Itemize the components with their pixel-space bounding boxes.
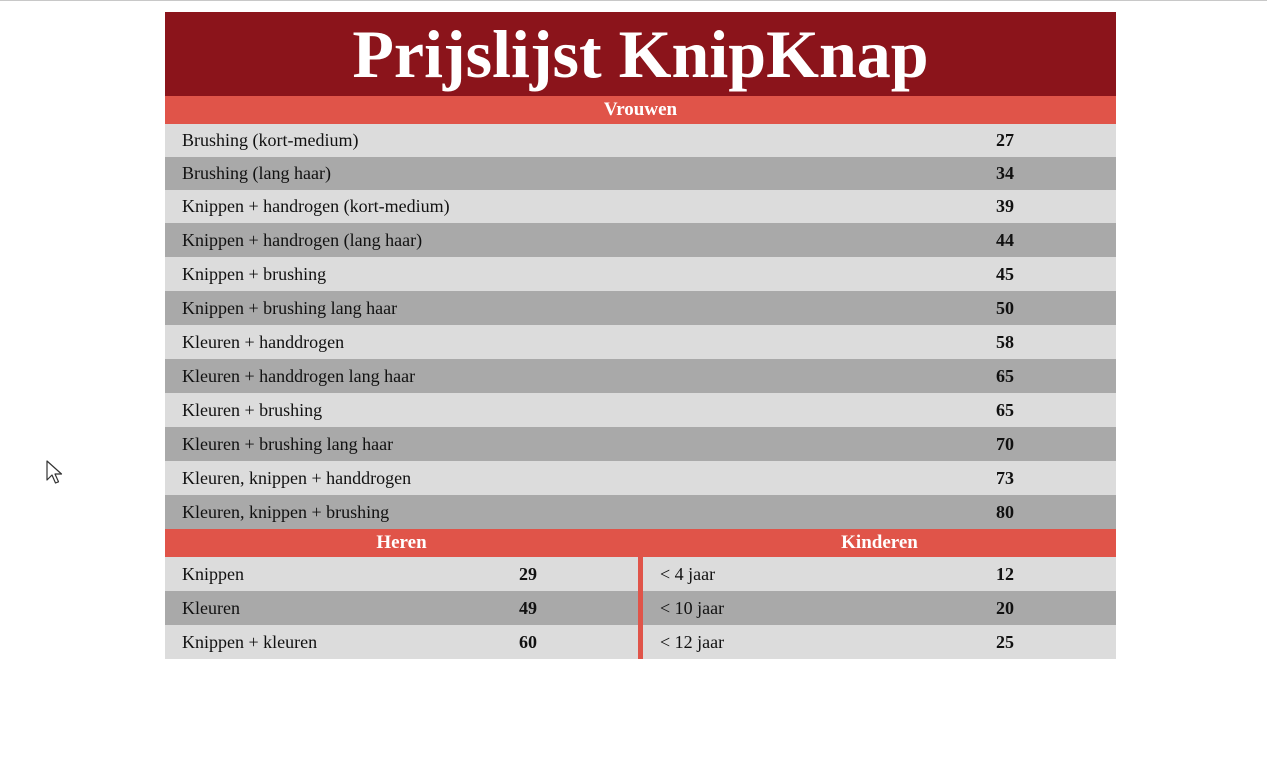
service-label: < 10 jaar xyxy=(660,598,725,618)
table-row: Kleuren, knippen + handdrogen 73 xyxy=(165,461,1116,495)
service-label: < 4 jaar xyxy=(660,564,716,584)
service-price: 73 xyxy=(996,468,1014,488)
table-row: Knippen + handrogen (kort-medium) 39 xyxy=(165,190,1116,223)
service-label: Kleuren + brushing lang haar xyxy=(182,434,394,454)
service-label: Brushing (lang haar) xyxy=(182,163,331,183)
service-price: 58 xyxy=(996,332,1014,352)
table-row: Kleuren, knippen + brushing 80 xyxy=(165,495,1116,529)
service-label: Kleuren + handdrogen lang haar xyxy=(182,366,416,386)
service-price: 70 xyxy=(996,434,1014,454)
section-heading-heren: Heren xyxy=(165,529,638,557)
service-label: Knippen + kleuren xyxy=(182,632,318,652)
vrouwen-table: Brushing (kort-medium) 27 Brushing (lang… xyxy=(165,124,1116,529)
service-price: 60 xyxy=(519,632,537,652)
service-label: Brushing (kort-medium) xyxy=(182,130,359,150)
service-label: Knippen + brushing xyxy=(182,264,327,284)
table-row: Kleuren + handdrogen lang haar 65 xyxy=(165,359,1116,393)
service-label: Kleuren + brushing xyxy=(182,400,323,420)
service-label: Kleuren, knippen + brushing xyxy=(182,502,390,522)
table-row: < 10 jaar 20 xyxy=(643,591,1116,625)
section-heading-vrouwen: Vrouwen xyxy=(165,96,1116,124)
heren-kinderen-section: Heren Knippen 29 Kleuren 49 Knippen + kl… xyxy=(165,529,1116,659)
kinderen-body: < 4 jaar 12 < 10 jaar 20 < 12 jaar 25 xyxy=(638,557,1116,659)
table-row: Kleuren + brushing lang haar 70 xyxy=(165,427,1116,461)
service-price: 65 xyxy=(996,366,1014,386)
section-heading-kinderen: Kinderen xyxy=(638,529,1116,557)
table-row: Kleuren 49 xyxy=(165,591,638,625)
price-list: Prijslijst KnipKnap Vrouwen Brushing (ko… xyxy=(165,12,1116,659)
kinderen-wrapper: Kinderen < 4 jaar 12 < 10 jaar 20 < 12 j… xyxy=(638,529,1116,659)
table-row: Knippen + handrogen (lang haar) 44 xyxy=(165,223,1116,257)
service-label: Kleuren + handdrogen xyxy=(182,332,345,352)
service-price: 65 xyxy=(996,400,1014,420)
service-price: 34 xyxy=(996,163,1014,183)
service-price: 12 xyxy=(996,564,1014,584)
service-label: Knippen xyxy=(182,564,244,584)
table-row: < 12 jaar 25 xyxy=(643,625,1116,659)
mouse-cursor-icon xyxy=(46,460,63,484)
service-label: Knippen + handrogen (lang haar) xyxy=(182,230,423,250)
table-row: Kleuren + handdrogen 58 xyxy=(165,325,1116,359)
service-price: 80 xyxy=(996,502,1014,522)
service-price: 39 xyxy=(996,196,1014,216)
table-row: < 4 jaar 12 xyxy=(643,557,1116,591)
table-row: Knippen + brushing 45 xyxy=(165,257,1116,291)
table-row: Knippen 29 xyxy=(165,557,638,591)
page-title: Prijslijst KnipKnap xyxy=(165,12,1116,96)
kinderen-column: < 4 jaar 12 < 10 jaar 20 < 12 jaar 25 xyxy=(643,557,1116,659)
service-price: 50 xyxy=(996,298,1014,318)
browser-top-border xyxy=(0,0,1267,1)
service-price: 20 xyxy=(996,598,1014,618)
service-label: Knippen + brushing lang haar xyxy=(182,298,398,318)
service-price: 27 xyxy=(996,130,1014,150)
service-label: Kleuren xyxy=(182,598,240,618)
service-label: Knippen + handrogen (kort-medium) xyxy=(182,196,450,216)
service-price: 45 xyxy=(996,264,1014,284)
service-label: < 12 jaar xyxy=(660,632,725,652)
table-row: Kleuren + brushing 65 xyxy=(165,393,1116,427)
service-price: 44 xyxy=(996,230,1014,250)
table-row: Brushing (lang haar) 34 xyxy=(165,157,1116,190)
table-row: Knippen + kleuren 60 xyxy=(165,625,638,659)
table-row: Knippen + brushing lang haar 50 xyxy=(165,291,1116,325)
service-price: 49 xyxy=(519,598,537,618)
heren-column: Heren Knippen 29 Kleuren 49 Knippen + kl… xyxy=(165,529,638,659)
service-price: 25 xyxy=(996,632,1014,652)
service-label: Kleuren, knippen + handdrogen xyxy=(182,468,412,488)
table-row: Brushing (kort-medium) 27 xyxy=(165,124,1116,157)
service-price: 29 xyxy=(519,564,537,584)
